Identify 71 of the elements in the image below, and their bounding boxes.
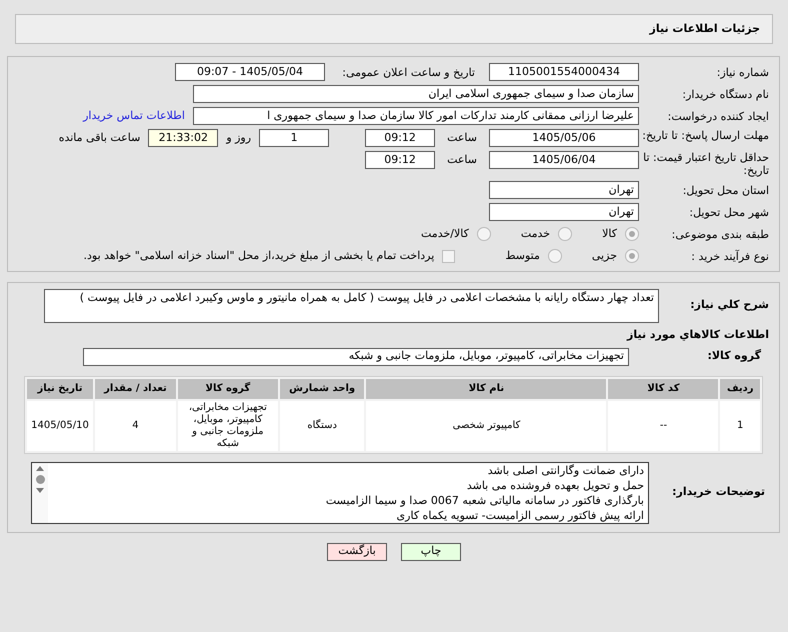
table-cell: کامپیوتر شخصی xyxy=(366,400,606,450)
field-label: روز و xyxy=(226,130,252,146)
field-label: توضیحات خریدار: xyxy=(671,484,766,500)
page-title: جزئیات اطلاعات نیاز xyxy=(650,20,760,37)
print-button[interactable]: چاپ xyxy=(401,542,461,560)
radio-button[interactable] xyxy=(625,227,639,241)
text-field[interactable]: 09:12 xyxy=(365,151,436,169)
field-label: جزیی xyxy=(592,248,617,264)
field-label: نام دستگاه خریدار: xyxy=(681,88,769,100)
field-label: مهلت ارسال پاسخ: تا تاریخ: xyxy=(641,129,769,142)
column-header: تعداد / مقدار xyxy=(94,378,176,398)
radio-button[interactable] xyxy=(558,227,572,241)
field-label: استان محل تحویل: xyxy=(682,184,769,196)
text-field[interactable]: تجهیزات مخابراتی، کامپیوتر، موبایل، ملزومات جانبی و شبکه xyxy=(83,348,629,366)
scrollbar[interactable] xyxy=(32,462,48,522)
text-field[interactable]: تهران xyxy=(489,181,639,199)
contact-link[interactable]: اطلاعات تماس خریدار xyxy=(83,108,185,124)
table-cell: 1 xyxy=(720,400,760,450)
text-field[interactable]: تهران xyxy=(489,203,639,221)
field-label: ساعت xyxy=(447,130,477,146)
field-label: حداقل تاریخ اعتبار قیمت: تا تاریخ: xyxy=(642,151,769,177)
field-label: متوسط xyxy=(505,248,540,264)
text-field[interactable]: 1405/05/06 xyxy=(489,129,639,147)
note-line: بارگذاری فاکتور در سامانه مالیاتی شعبه 0067 صدا و سیما الزامیست xyxy=(324,492,644,508)
radio-button[interactable] xyxy=(548,249,562,263)
field-label: گروه کالا: xyxy=(706,348,762,364)
scroll-thumb-icon[interactable] xyxy=(36,474,44,484)
field-label: کالا/خدمت xyxy=(421,226,469,242)
back-button[interactable]: بازگشت xyxy=(327,542,387,560)
field-label: ساعت باقی مانده xyxy=(58,130,140,146)
field-label: خدمت xyxy=(520,226,550,242)
field-label: پرداخت تمام یا بخشی از مبلغ خرید،از محل "اسناد خزانه اسلامی" خواهد بود. xyxy=(84,248,434,264)
field-label: تاریخ و ساعت اعلان عمومی: xyxy=(341,66,475,78)
field-label: ایجاد کننده درخواست: xyxy=(666,110,769,122)
text-field[interactable]: 1105001554000434 xyxy=(489,63,639,81)
table-cell: دستگاه xyxy=(280,400,364,450)
column-header: گروه کالا xyxy=(178,378,278,398)
note-line: ارائه پیش فاکتور رسمی الزامیست- تسویه یکماه کاری xyxy=(396,508,644,522)
column-header: نام کالا xyxy=(366,378,606,398)
checkbox[interactable] xyxy=(442,250,456,262)
field-label: ساعت xyxy=(447,152,477,168)
text-field[interactable]: علیرضا ارزانی ممقانی کارمند تدارکات امور کالا سازمان صدا و سیمای جمهوری ا xyxy=(193,107,639,125)
radio-button[interactable] xyxy=(476,227,491,241)
table-cell: 4 xyxy=(94,400,176,450)
text-field[interactable]: 1405/05/04 - 09:07 xyxy=(175,63,325,81)
note-line: حمل و تحویل بعهده فروشنده می باشد xyxy=(466,478,644,492)
note-line: دارای ضمانت وگارانتی اصلی باشد xyxy=(486,462,644,478)
section-title: اطلاعات کالاهاي مورد نياز xyxy=(626,327,769,343)
column-header: ردیف xyxy=(720,378,760,398)
column-header: واحد شمارش xyxy=(280,378,364,398)
scroll-down-icon[interactable] xyxy=(36,488,44,492)
text-field[interactable]: 1405/06/04 xyxy=(489,151,639,169)
scroll-up-icon[interactable] xyxy=(36,466,44,470)
field-label: نوع فرآیند خرید : xyxy=(690,250,769,262)
field-label: طبقه بندی موضوعی: xyxy=(670,228,769,240)
text-field[interactable]: سازمان صدا و سیمای جمهوری اسلامی ایران xyxy=(193,85,639,103)
column-header: تاریخ نیاز xyxy=(27,378,93,398)
field-label: کالا xyxy=(602,226,617,242)
notes-textarea[interactable]: دارای ضمانت وگارانتی اصلی باشد حمل و تحویل بعهده فروشنده می باشد بارگذاری فاکتور در سامانه مالیاتی شعبه 0067 صدا و سیما الزامیست ارائه پیش فاکتور رسمی الزامیست- تسویه یکماه کاری xyxy=(31,462,649,524)
radio-button[interactable] xyxy=(625,249,639,263)
column-header: کد کالا xyxy=(608,378,718,398)
field-label: شرح کلي نياز: xyxy=(689,297,769,313)
text-field[interactable]: 21:33:02 xyxy=(148,129,218,147)
table-cell: -- xyxy=(608,400,718,450)
table-cell: 1405/05/10 xyxy=(27,400,93,450)
description-textarea[interactable]: تعداد چهار دستگاه رایانه با مشخصات اعلامی در فایل پیوست ( کامل به همراه مانیتور و ماوس وکیبرد اعلامی در فایل پیوست ) xyxy=(44,289,659,323)
field-label: شماره نیاز: xyxy=(716,66,769,78)
table-cell: تجهیزات مخابراتی، کامپیوتر، موبایل، ملزومات جانبی و شبکه xyxy=(178,400,278,450)
text-field[interactable]: 1 xyxy=(259,129,330,147)
field-label: شهر محل تحویل: xyxy=(688,206,769,218)
text-field[interactable]: 09:12 xyxy=(365,129,436,147)
